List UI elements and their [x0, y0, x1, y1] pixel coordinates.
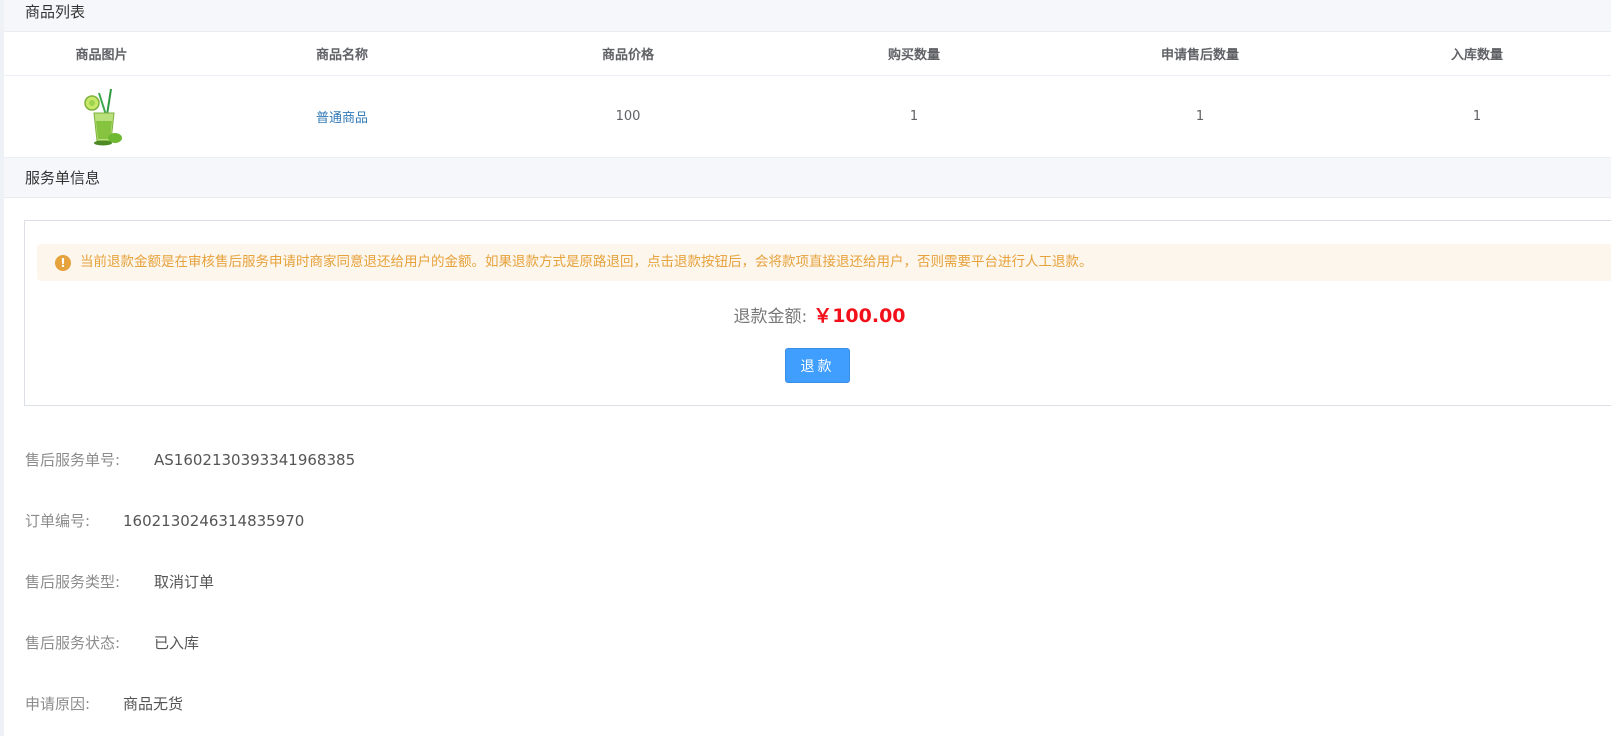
info-row-order-no: 订单编号: 1602130246314835970	[25, 510, 304, 531]
column-header-price: 商品价格	[485, 32, 771, 76]
goods-image-cell	[4, 76, 199, 158]
refund-panel: ! 当前退款金额是在审核售后服务申请时商家同意退还给用户的金额。如果退款方式是原…	[24, 220, 1611, 406]
table-row: 普通商品 100 1 1 1	[4, 76, 1611, 158]
info-row-service-no: 售后服务单号: AS1602130393341968385	[25, 449, 355, 470]
goods-price-cell: 100	[615, 109, 641, 124]
goods-name-link[interactable]: 普通商品	[316, 111, 368, 126]
column-header-stock-in-qty: 入库数量	[1343, 32, 1611, 76]
buy-qty-cell: 1	[909, 109, 919, 124]
goods-name-cell: 普通商品	[199, 76, 485, 158]
order-no-label: 订单编号:	[25, 512, 91, 530]
info-row-service-type: 售后服务类型: 取消订单	[25, 571, 214, 592]
refund-amount-label: 退款金额:	[733, 307, 808, 327]
stock-in-qty-cell: 1	[1472, 109, 1482, 124]
goods-table: 商品图片 商品名称 商品价格 购买数量 申请售后数量 入库数量 普通商品 100…	[4, 32, 1611, 157]
refund-warning-alert: ! 当前退款金额是在审核售后服务申请时商家同意退还给用户的金额。如果退款方式是原…	[37, 244, 1611, 281]
service-section-title: 服务单信息	[4, 157, 1611, 198]
service-type-label: 售后服务类型:	[25, 573, 121, 591]
service-status-label: 售后服务状态:	[25, 634, 121, 652]
reason-label: 申请原因:	[25, 695, 91, 713]
service-type-value: 取消订单	[154, 573, 215, 591]
info-row-service-status: 售后服务状态: 已入库	[25, 632, 199, 653]
goods-section-title: 商品列表	[4, 0, 1611, 32]
column-header-aftersale-qty: 申请售后数量	[1057, 32, 1343, 76]
warning-icon: !	[55, 255, 71, 271]
column-header-buy-qty: 购买数量	[771, 32, 1057, 76]
page: 商品列表 商品图片 商品名称 商品价格 购买数量 申请售后数量 入库数量 普通商…	[4, 0, 1611, 736]
column-header-image: 商品图片	[4, 32, 199, 76]
info-row-reason: 申请原因: 商品无货	[25, 693, 183, 714]
column-header-name: 商品名称	[199, 32, 485, 76]
service-no-label: 售后服务单号:	[25, 451, 121, 469]
order-no-value: 1602130246314835970	[123, 512, 305, 530]
alert-text: 当前退款金额是在审核售后服务申请时商家同意退还给用户的金额。如果退款方式是原路退…	[80, 254, 1093, 270]
service-no-value: AS1602130393341968385	[154, 451, 356, 469]
refund-amount-row: 退款金额: ￥100.00	[25, 301, 1611, 328]
refund-button[interactable]: 退款	[785, 348, 850, 383]
goods-table-header: 商品图片 商品名称 商品价格 购买数量 申请售后数量 入库数量	[4, 32, 1611, 76]
refund-amount-value: ￥100.00	[813, 305, 906, 327]
aftersale-qty-cell: 1	[1195, 109, 1205, 124]
cocktail-drink-icon	[77, 87, 127, 147]
service-status-value: 已入库	[154, 634, 200, 652]
reason-value: 商品无货	[123, 695, 184, 713]
